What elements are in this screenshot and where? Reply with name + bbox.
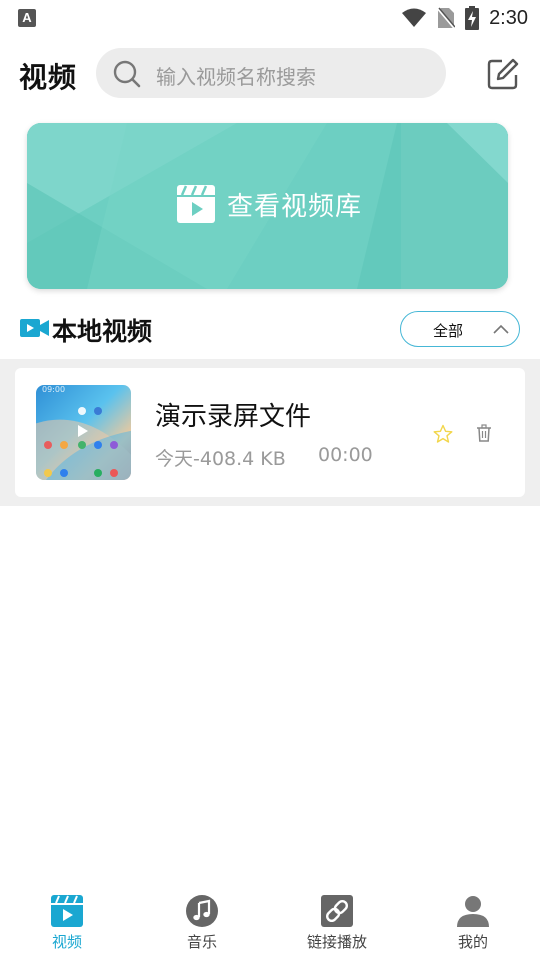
page-title: 视频 [19,61,78,94]
video-title: 演示录屏文件 [155,402,312,432]
search-placeholder: 输入视频名称搜索 [156,65,316,89]
nav-label-music: 音乐 [186,933,217,951]
nav-tab-profile[interactable]: 我的 [413,894,533,954]
battery-charging-icon [465,6,480,30]
video-thumbnail[interactable]: 09:00 [36,385,131,480]
svg-text:09:00: 09:00 [42,385,65,394]
music-icon [186,895,218,927]
video-camera-icon [20,319,49,337]
filter-dropdown[interactable]: 全部 [400,311,520,347]
nav-label-link-play: 链接播放 [306,933,367,951]
banner-content: 查看视频库 [177,185,362,223]
status-time: 2:30 [489,6,528,29]
edit-icon[interactable] [486,57,520,91]
filter-label: 全部 [433,322,464,340]
trash-icon[interactable] [476,424,492,442]
nav-label-video: 视频 [51,933,82,951]
video-clapper-icon [177,185,215,223]
no-sim-icon [437,7,456,29]
search-input[interactable]: 输入视频名称搜索 [96,48,446,98]
keyboard-indicator-icon: A [18,9,36,27]
video-library-banner[interactable]: 查看视频库 [27,123,508,289]
nav-label-profile: 我的 [457,933,488,951]
app-header: 视频 输入视频名称搜索 [0,44,540,104]
list-item[interactable]: 09:00 演示录屏文件 今天-408.4 KB 00:00 [15,368,525,497]
wifi-icon [402,8,427,27]
bottom-nav: 视频 音乐 链接播放 我的 [0,880,540,960]
section-title: 本地视频 [52,317,153,346]
nav-tab-music[interactable]: 音乐 [142,894,262,954]
star-icon[interactable] [433,424,453,444]
thumbnail-preview: 09:00 [36,385,131,480]
local-videos-header: 本地视频 全部 [0,306,540,352]
banner-label: 查看视频库 [227,191,363,222]
video-meta: 今天-408.4 KB [155,448,286,470]
status-icons: 2:30 [401,4,528,32]
nav-tab-link-play[interactable]: 链接播放 [277,894,397,954]
profile-icon [457,896,489,927]
video-duration: 00:00 [318,444,373,466]
nav-tab-video[interactable]: 视频 [7,894,127,954]
video-tab-icon [51,895,83,927]
status-bar: A 2:30 [0,0,540,36]
video-list: 09:00 演示录屏文件 今天-408.4 KB 00:00 [0,359,540,506]
chevron-up-icon [493,324,509,334]
link-icon [321,895,353,927]
search-icon [113,60,141,88]
